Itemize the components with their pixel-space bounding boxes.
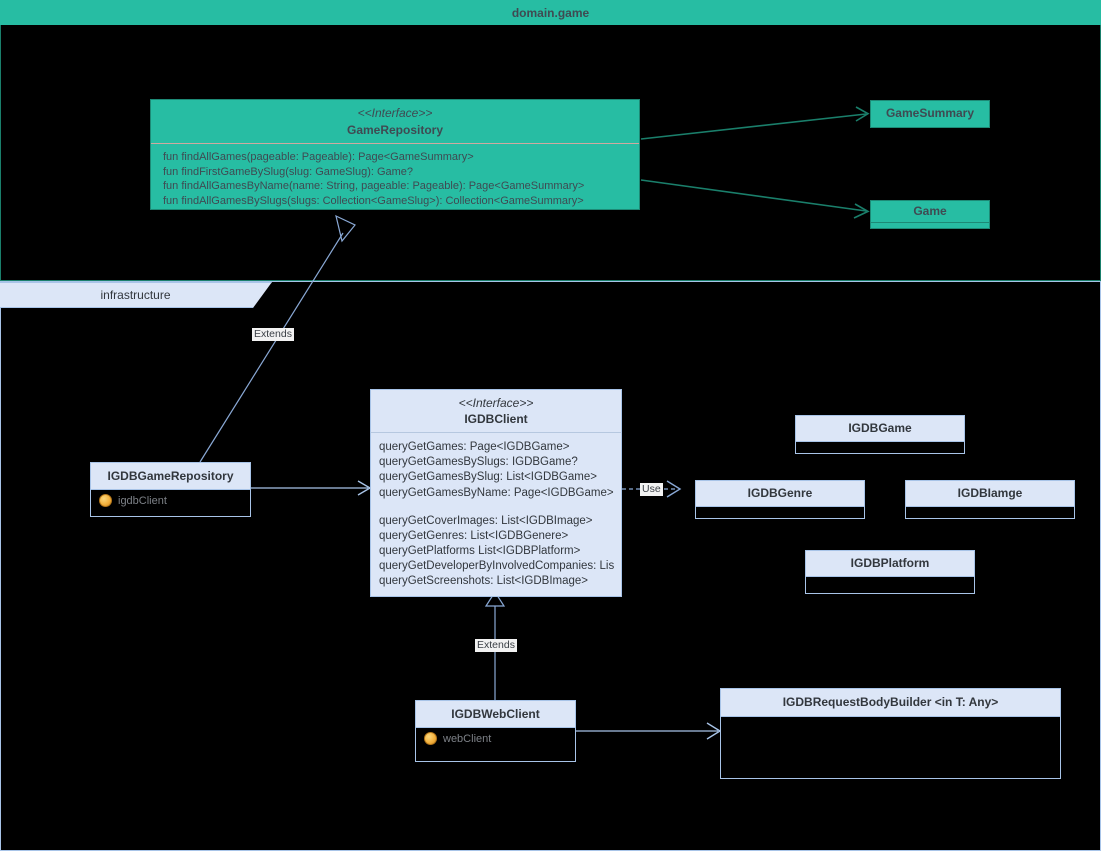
class-igdb-web-client-body: webClient	[415, 728, 576, 762]
method-row: fun findAllGames(pageable: Pageable): Pa…	[163, 151, 474, 163]
class-igdb-iamge-body	[905, 507, 1075, 519]
package-infrastructure-tab: infrastructure	[0, 282, 272, 308]
method-row: fun findFirstGameBySlug(slug: GameSlug):…	[163, 165, 414, 178]
package-domain-game-title: domain.game	[0, 0, 1101, 25]
field-row: igdbClient	[91, 490, 250, 511]
class-game-body	[870, 223, 990, 229]
class-igdb-iamge-name: IGDBIamge	[957, 486, 1023, 500]
class-game-repository-header: <<Interface>> GameRepository	[151, 100, 639, 143]
class-igdb-game-repository-body: igdbClient	[90, 490, 251, 517]
class-igdb-genre-name: IGDBGenre	[747, 486, 813, 500]
class-igdb-platform-header: IGDBPlatform	[805, 550, 975, 577]
class-game-summary-name: GameSummary	[885, 106, 975, 120]
class-igdb-request-body-builder-body	[720, 717, 1061, 779]
class-igdb-request-body-builder[interactable]: IGDBRequestBodyBuilder <in T: Any>	[720, 688, 1061, 779]
field-label: webClient	[443, 732, 492, 745]
class-igdb-client-header: <<Interface>> IGDBClient	[370, 389, 622, 432]
class-igdb-request-body-builder-header: IGDBRequestBodyBuilder <in T: Any>	[720, 688, 1061, 717]
class-game-repository-stereotype: <<Interface>>	[357, 106, 433, 120]
method-row: queryGetGamesByName: Page<IGDBGame>	[379, 486, 614, 499]
class-game-header: Game	[871, 201, 989, 222]
class-igdb-game-name: IGDBGame	[848, 421, 912, 435]
field-label: igdbClient	[118, 494, 167, 507]
property-icon	[99, 494, 112, 507]
uml-class-diagram-canvas: domain.game infrastructure Extends Use E…	[0, 0, 1101, 851]
class-igdb-game-header: IGDBGame	[795, 415, 965, 442]
class-igdb-request-body-builder-name: IGDBRequestBodyBuilder <in T: Any>	[782, 695, 999, 709]
method-row: queryGetGamesBySlug: List<IGDBGame>	[379, 471, 597, 484]
method-row: queryGetCoverImages: List<IGDBImage>	[379, 514, 593, 527]
class-igdb-client-stereotype: <<Interface>>	[458, 396, 534, 410]
class-igdb-game-repository-name: IGDBGameRepository	[107, 469, 234, 483]
class-game-repository-name: GameRepository	[346, 123, 444, 137]
class-igdb-web-client-name: IGDBWebClient	[451, 707, 540, 721]
method-row: queryGetGamesBySlugs: IGDBGame?	[379, 456, 578, 469]
class-igdb-client-name: IGDBClient	[464, 412, 528, 426]
class-igdb-platform[interactable]: IGDBPlatform	[805, 550, 975, 594]
class-game-summary-header: GameSummary	[871, 101, 989, 126]
method-row: queryGetGames: Page<IGDBGame>	[379, 441, 570, 453]
class-igdb-game-body	[795, 442, 965, 454]
class-igdb-client-methods: queryGetGames: Page<IGDBGame> queryGetGa…	[370, 432, 622, 597]
edge-label-extends-gamerepository: Extends	[252, 328, 294, 341]
method-row: fun findAllGamesByName(name: String, pag…	[163, 180, 585, 193]
class-igdb-genre-header: IGDBGenre	[695, 480, 865, 507]
class-igdb-genre[interactable]: IGDBGenre	[695, 480, 865, 519]
class-igdb-game-repository[interactable]: IGDBGameRepository igdbClient	[90, 462, 251, 517]
method-row: queryGetGenres: List<IGDBGenere>	[379, 529, 569, 542]
class-igdb-web-client[interactable]: IGDBWebClient webClient	[415, 700, 576, 762]
class-game-repository[interactable]: <<Interface>> GameRepository fun findAll…	[150, 99, 640, 210]
edge-label-use: Use	[640, 483, 663, 496]
class-game-repository-methods: fun findAllGames(pageable: Pageable): Pa…	[151, 144, 639, 217]
class-igdb-client[interactable]: <<Interface>> IGDBClient queryGetGames: …	[370, 389, 622, 597]
class-igdb-platform-name: IGDBPlatform	[850, 556, 930, 570]
class-igdb-platform-body	[805, 577, 975, 594]
field-row: webClient	[416, 728, 575, 749]
class-game-name: Game	[913, 204, 947, 218]
class-igdb-iamge-header: IGDBIamge	[905, 480, 1075, 507]
method-row: queryGetScreenshots: List<IGDBImage>	[379, 575, 589, 588]
method-row: fun findAllGamesBySlugs(slugs: Collectio…	[163, 194, 584, 207]
class-igdb-web-client-header: IGDBWebClient	[415, 700, 576, 728]
edge-label-extends-igdbclient: Extends	[475, 639, 517, 652]
class-game[interactable]: Game	[870, 200, 990, 223]
class-igdb-genre-body	[695, 507, 865, 519]
class-game-summary[interactable]: GameSummary	[870, 100, 990, 128]
method-row: queryGetDeveloperByInvolvedCompanies: Li…	[379, 560, 615, 573]
method-row: queryGetPlatforms List<IGDBPlatform>	[379, 545, 581, 558]
method-group-spacer	[379, 501, 613, 514]
class-igdb-game[interactable]: IGDBGame	[795, 415, 965, 454]
class-igdb-iamge[interactable]: IGDBIamge	[905, 480, 1075, 519]
class-igdb-game-repository-header: IGDBGameRepository	[90, 462, 251, 490]
property-icon	[424, 732, 437, 745]
